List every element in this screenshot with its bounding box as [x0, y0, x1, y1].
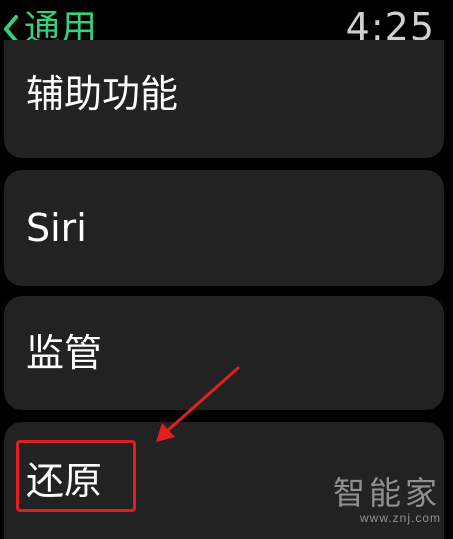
- watermark: 智能家 www.znj.com: [333, 477, 441, 525]
- watermark-logo: 智能家: [332, 474, 441, 512]
- highlight-box: [16, 440, 136, 512]
- list-item-siri[interactable]: Siri: [4, 170, 444, 286]
- list-item-supervision[interactable]: 监管: [4, 296, 444, 410]
- watch-screen: 通用 4:25 辅助功能 Siri 监管 还原 智能家 www.znj.com: [0, 0, 453, 539]
- list-item-label: Siri: [26, 206, 87, 250]
- watermark-url: www.znj.com: [359, 511, 441, 525]
- list-item-accessibility[interactable]: 辅助功能: [4, 40, 444, 158]
- list-item-label: 辅助功能: [26, 72, 179, 116]
- list-item-label: 监管: [26, 331, 103, 375]
